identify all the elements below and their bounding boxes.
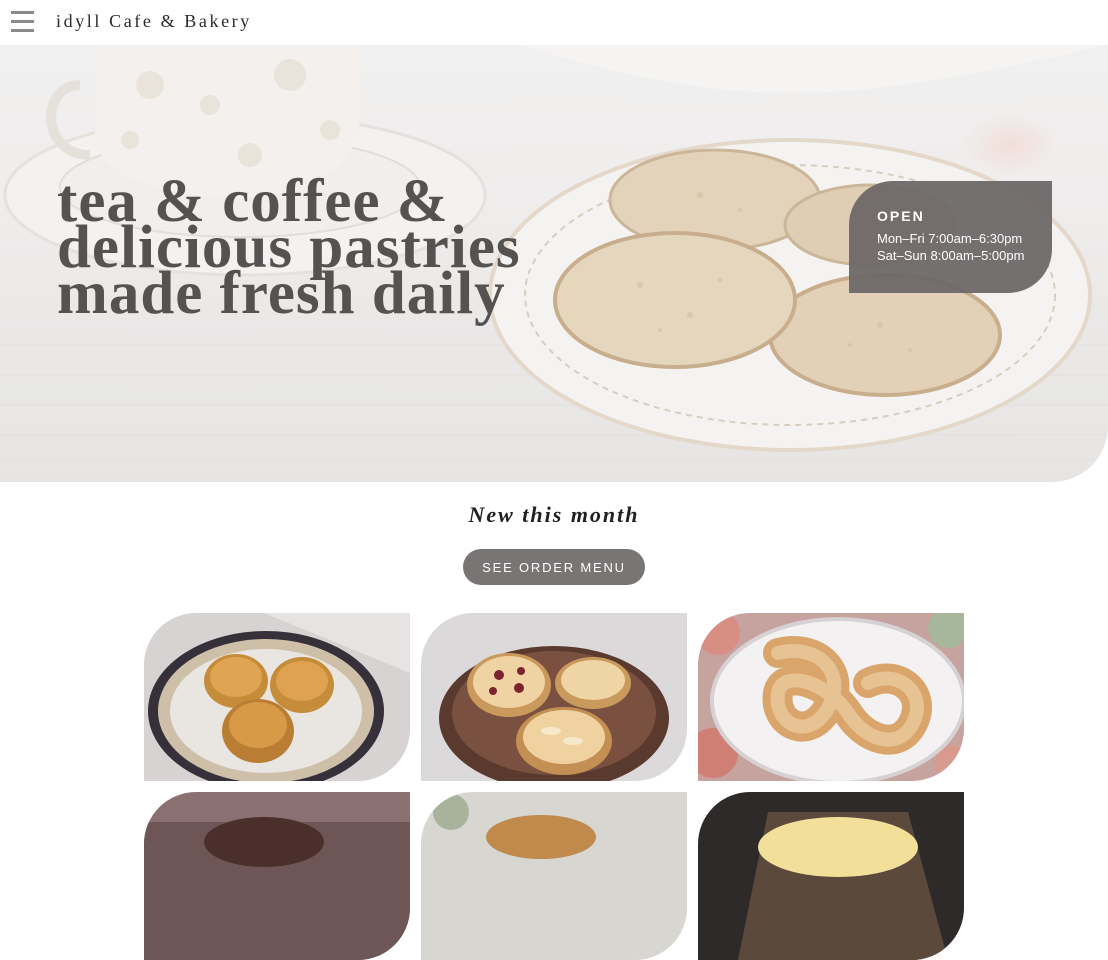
pastry-photo-sugar-pretzel-donut[interactable] [698,613,964,781]
hero-headline-line: made fresh daily [57,260,506,327]
pastry-photo-berry-almond-tarts[interactable] [421,613,687,781]
pastry-photo-egg-tart[interactable] [698,792,964,960]
section-title: New this month [468,502,640,527]
hours-title: OPEN [877,208,925,224]
pastry-photo-apple-rose-tarts[interactable] [144,613,410,781]
hero-banner: tea & coffee & delicious pastries made f… [0,45,1108,482]
hours-weekday: Mon–Fri 7:00am–6:30pm [877,231,1023,246]
hamburger-menu-icon[interactable] [11,11,35,35]
site-header: idyll Cafe & Bakery [0,0,1108,45]
pastry-photo-chocolate-cake[interactable] [144,792,410,960]
site-brand-link[interactable]: idyll Cafe & Bakery [56,11,252,32]
hero-headline: tea & coffee & delicious pastries made f… [57,171,521,327]
hours-weekend: Sat–Sun 8:00am–5:00pm [877,248,1025,263]
opening-hours-panel: OPEN Mon–Fri 7:00am–6:30pm Sat–Sun 8:00a… [849,181,1052,293]
pastry-photo-croissant[interactable] [421,792,687,960]
see-order-menu-button[interactable]: SEE ORDER MENU [463,549,645,585]
